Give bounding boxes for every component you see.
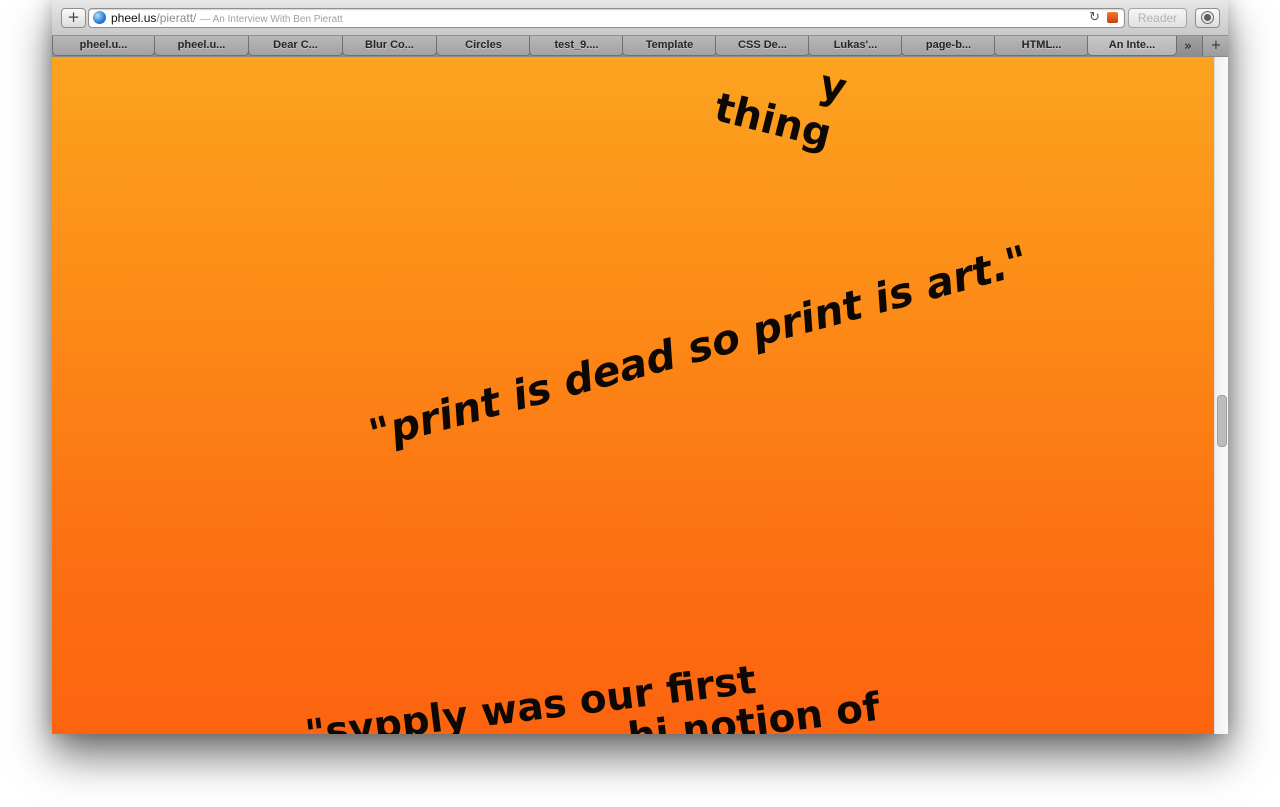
globe-icon: [93, 11, 106, 24]
tab-template[interactable]: Template: [622, 36, 717, 56]
page-content: y thing "print is dead so print is art." …: [52, 57, 1214, 734]
vertical-scrollbar[interactable]: [1214, 57, 1228, 734]
scrollbar-thumb[interactable]: [1217, 395, 1227, 447]
tab-pheel-2[interactable]: pheel.u...: [154, 36, 249, 56]
browser-toolbar: + pheel.us/pieratt/— An Interview With B…: [52, 0, 1228, 36]
browser-window: + pheel.us/pieratt/— An Interview With B…: [52, 0, 1228, 734]
tab-test[interactable]: test_9....: [529, 36, 624, 56]
tab-blur[interactable]: Blur Co...: [342, 36, 437, 56]
reload-icon[interactable]: ↻: [1089, 9, 1100, 26]
url-path: /pieratt/: [156, 11, 197, 25]
tab-pheel-1[interactable]: pheel.u...: [52, 36, 155, 56]
tab-circles[interactable]: Circles: [436, 36, 531, 56]
tab-css[interactable]: CSS De...: [715, 36, 810, 56]
address-bar[interactable]: pheel.us/pieratt/— An Interview With Ben…: [88, 8, 1125, 28]
url-text: pheel.us/pieratt/— An Interview With Ben…: [111, 11, 343, 27]
quote-bottom: "svpply was our first hi notion of: [303, 645, 883, 734]
url-host: pheel.us: [111, 11, 157, 25]
tab-html[interactable]: HTML...: [994, 36, 1089, 56]
tabs-overflow-icon[interactable]: »: [1180, 37, 1196, 56]
new-tab-button[interactable]: +: [1202, 36, 1228, 56]
download-icon: [1202, 12, 1213, 23]
rss-icon[interactable]: [1107, 12, 1118, 23]
tab-dear[interactable]: Dear C...: [248, 36, 343, 56]
tab-page-b[interactable]: page-b...: [901, 36, 996, 56]
page-title: — An Interview With Ben Pieratt: [200, 14, 343, 25]
tab-an-interview[interactable]: An Inte...: [1087, 36, 1177, 56]
add-bookmark-button[interactable]: +: [61, 8, 86, 28]
tab-bar: pheel.u... pheel.u... Dear C... Blur Co.…: [52, 36, 1228, 58]
downloads-button[interactable]: [1195, 8, 1220, 28]
reader-button[interactable]: Reader: [1128, 8, 1187, 28]
quote-top: y thing: [710, 57, 852, 160]
tab-lukas[interactable]: Lukas'...: [808, 36, 903, 56]
quote-middle: "print is dead so print is art.": [364, 236, 1034, 459]
